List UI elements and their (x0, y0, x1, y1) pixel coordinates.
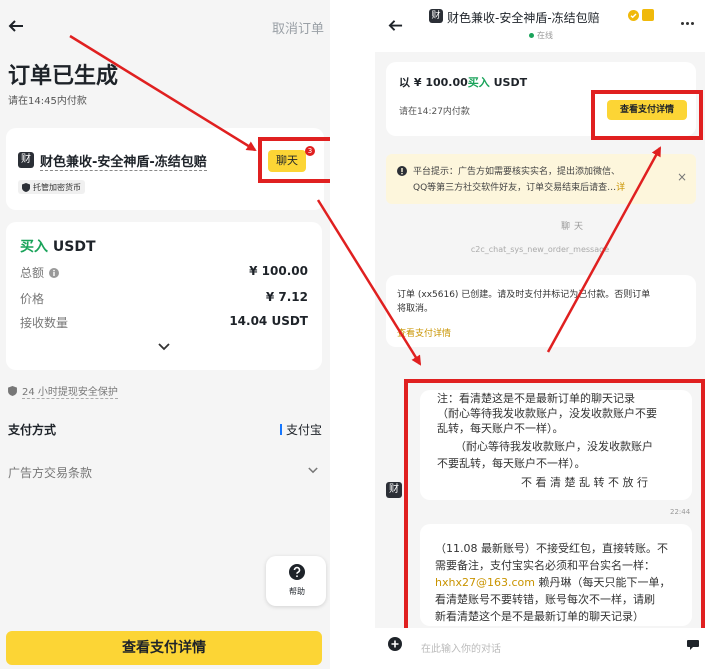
arrow-to-messages (316, 199, 422, 366)
arrow-to-chat-button (69, 34, 257, 152)
arrow-to-view-payment (546, 146, 662, 353)
annotation-arrows (69, 34, 662, 366)
